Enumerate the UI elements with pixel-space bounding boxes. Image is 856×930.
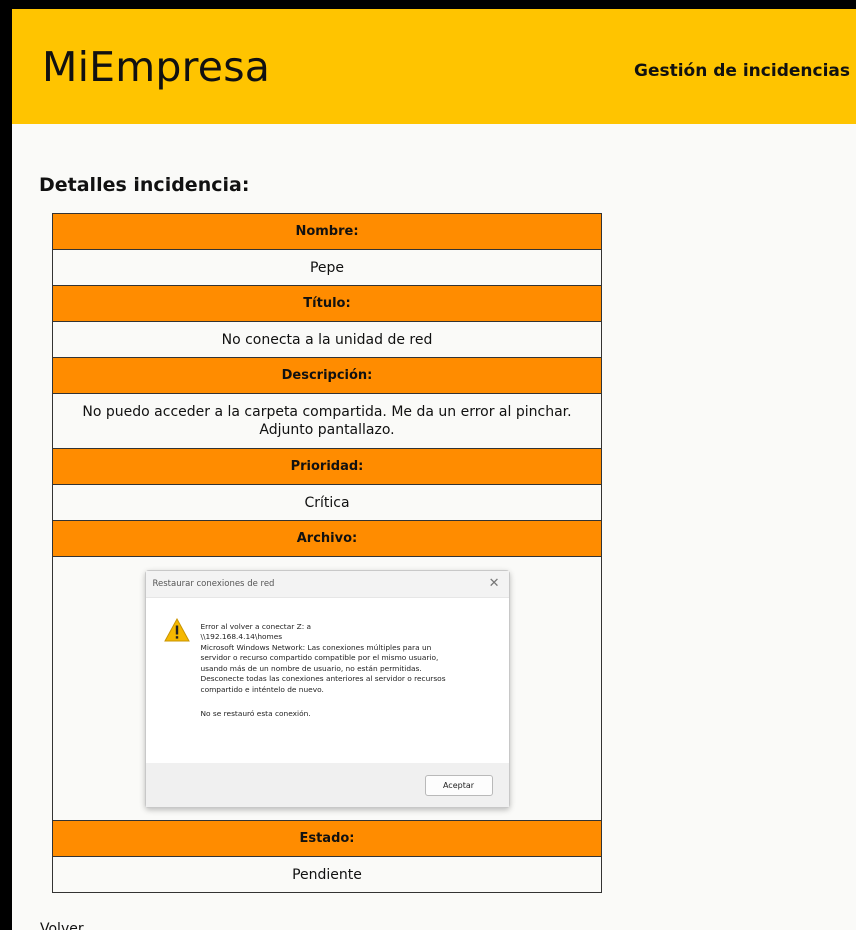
- titulo-value: No conecta a la unidad de red: [52, 321, 602, 358]
- table-row: Nombre:: [52, 213, 602, 250]
- incident-details-table: Nombre: Pepe Título: No conecta a la uni…: [52, 213, 602, 893]
- archivo-label: Archivo:: [52, 520, 602, 557]
- table-row: Restaurar conexiones de red ✕ Error al v…: [52, 556, 602, 821]
- dialog-footer: Aceptar: [145, 763, 509, 807]
- table-row: No puedo acceder a la carpeta compartida…: [52, 393, 602, 449]
- dialog-titlebar: Restaurar conexiones de red ✕: [145, 570, 509, 598]
- dialog-body: Error al volver a conectar Z: a \\192.16…: [145, 597, 509, 763]
- dialog-line: servidor o recurso compartido compatible…: [200, 653, 439, 663]
- table-row: Descripción:: [52, 357, 602, 394]
- table-row: Pendiente: [52, 856, 602, 893]
- descripcion-line-1: No puedo acceder a la carpeta compartida…: [82, 404, 572, 420]
- dialog-line: usando más de un nombre de usuario, no e…: [200, 663, 422, 673]
- dialog-title: Restaurar conexiones de red: [152, 578, 275, 589]
- site-header: MiEmpresa Gestión de incidencias: [12, 9, 856, 124]
- dialog-line: Error al volver a conectar Z: a: [200, 621, 312, 631]
- descripcion-label: Descripción:: [52, 357, 602, 394]
- table-row: Crítica: [52, 484, 602, 521]
- nombre-value: Pepe: [52, 249, 602, 286]
- descripcion-value: No puedo acceder a la carpeta compartida…: [52, 393, 602, 449]
- dialog-line: compartido e inténtelo de nuevo.: [200, 685, 324, 695]
- page-frame: MiEmpresa Gestión de incidencias Detalle…: [0, 0, 856, 930]
- dialog-message: Error al volver a conectar Z: a \\192.16…: [201, 622, 501, 720]
- page-title: Detalles incidencia:: [39, 174, 250, 196]
- dialog-line: \\192.168.4.14\homes: [200, 632, 283, 642]
- table-row: Prioridad:: [52, 448, 602, 485]
- estado-label: Estado:: [52, 820, 602, 857]
- prioridad-label: Prioridad:: [52, 448, 602, 485]
- archivo-value: Restaurar conexiones de red ✕ Error al v…: [52, 556, 602, 821]
- table-row: Estado:: [52, 820, 602, 857]
- table-row: Pepe: [52, 249, 602, 286]
- prioridad-value: Crítica: [52, 484, 602, 521]
- logo[interactable]: MiEmpresa: [42, 43, 270, 91]
- table-row: Archivo:: [52, 520, 602, 557]
- back-link[interactable]: Volver: [40, 921, 84, 930]
- dialog-line: Microsoft Windows Network: Las conexione…: [200, 642, 432, 652]
- accept-button: Aceptar: [424, 774, 493, 796]
- estado-value: Pendiente: [52, 856, 602, 893]
- dialog-footer-line: No se restauró esta conexión.: [200, 708, 311, 718]
- warning-icon: [163, 617, 190, 641]
- descripcion-line-2: Adjunto pantallazo.: [259, 422, 395, 438]
- attachment-screenshot[interactable]: Restaurar conexiones de red ✕ Error al v…: [144, 569, 510, 808]
- titulo-label: Título:: [52, 285, 602, 322]
- table-row: Título:: [52, 285, 602, 322]
- nav-incidents-link[interactable]: Gestión de incidencias: [634, 61, 850, 81]
- nombre-label: Nombre:: [52, 213, 602, 250]
- dialog-line: Desconecte todas las conexiones anterior…: [200, 674, 446, 684]
- table-row: No conecta a la unidad de red: [52, 321, 602, 358]
- close-icon: ✕: [488, 575, 500, 591]
